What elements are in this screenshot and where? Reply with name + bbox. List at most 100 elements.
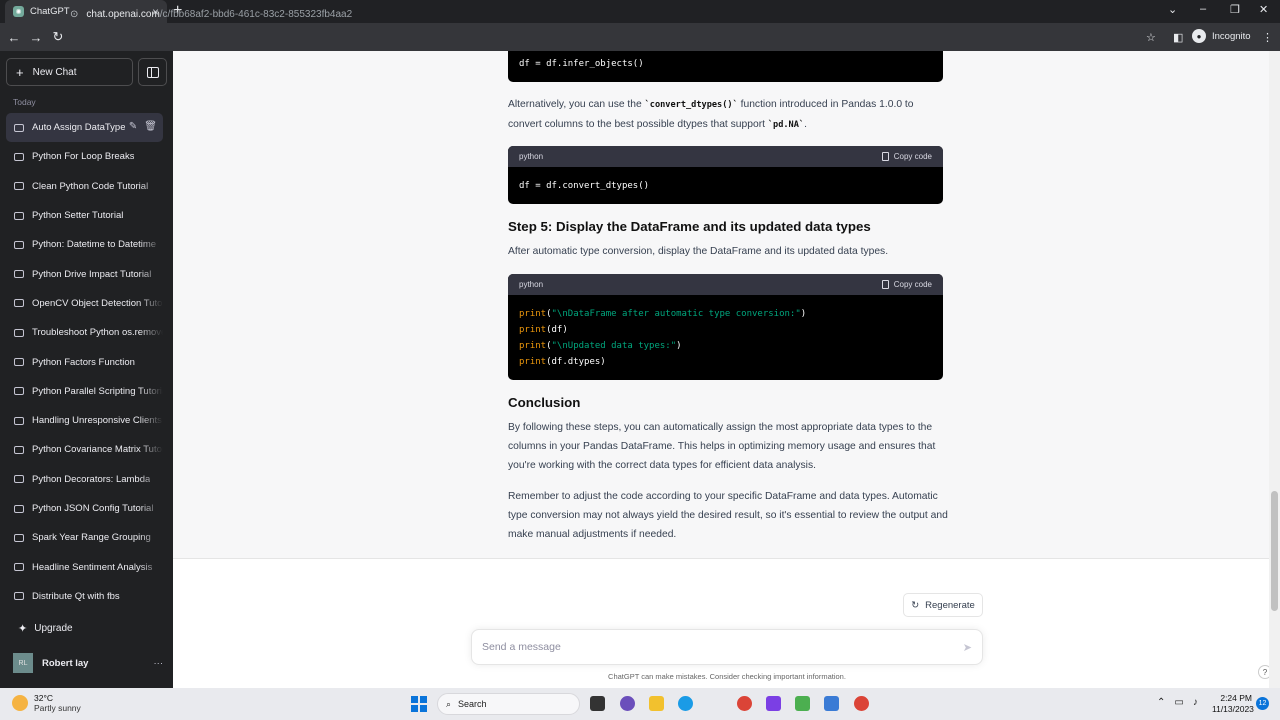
- chat-item[interactable]: Troubleshoot Python os.remove: [6, 318, 163, 348]
- address-bar[interactable]: ⊙ chat.openai.com/c/fbb68af2-bbd6-461c-8…: [70, 3, 1164, 25]
- chat-item[interactable]: Python Decorators: Lambda: [6, 464, 163, 494]
- chat-bubble-icon: [14, 240, 24, 249]
- chat-item[interactable]: Clean Python Code Tutorial: [6, 171, 163, 201]
- code-header: python Copy code: [508, 146, 943, 167]
- inline-code: `convert_dtypes()`: [644, 100, 738, 110]
- app-icon[interactable]: [824, 696, 839, 711]
- label-fade: [139, 230, 163, 260]
- incognito-icon: ●: [1192, 29, 1206, 43]
- sidebar-toggle-button[interactable]: [138, 58, 167, 86]
- label-fade: [139, 288, 163, 319]
- minimize-icon[interactable]: –: [1200, 3, 1206, 15]
- new-chat-button[interactable]: + New Chat: [6, 58, 133, 86]
- start-button[interactable]: [411, 696, 427, 712]
- chat-item[interactable]: Python For Loop Breaks: [6, 142, 163, 172]
- chat-bubble-icon: [14, 270, 24, 279]
- app-icon[interactable]: [795, 696, 810, 711]
- chat-item-label: Spark Year Range Grouping: [32, 532, 151, 544]
- chrome-icon[interactable]: [854, 696, 869, 711]
- code-line: print(df.dtypes): [519, 354, 932, 370]
- regenerate-button[interactable]: ↻ Regenerate: [903, 593, 983, 617]
- task-view-icon[interactable]: [590, 696, 605, 711]
- label-fade: [139, 376, 163, 406]
- user-menu[interactable]: RL Robert lay ···: [13, 653, 163, 673]
- code-token: (df): [546, 325, 568, 335]
- scrollbar-thumb[interactable]: [1271, 491, 1278, 611]
- chat-item-label: Python: Datetime to Datetime: [32, 239, 157, 251]
- notification-badge[interactable]: 12: [1256, 697, 1269, 710]
- inline-code: `pd.NA`: [767, 120, 805, 130]
- reload-icon[interactable]: ↻: [47, 29, 69, 45]
- bookmark-star-icon[interactable]: ☆: [1146, 23, 1156, 51]
- label-fade: [139, 581, 163, 612]
- chat-item[interactable]: Python Setter Tutorial: [6, 200, 163, 231]
- incognito-label: Incognito: [1212, 30, 1251, 42]
- code-line: print("\nUpdated data types:"): [519, 341, 682, 351]
- chat-bubble-icon: [14, 328, 24, 337]
- side-panel-icon[interactable]: ◧: [1173, 23, 1183, 51]
- code-token: "\nDataFrame after automatic type conver…: [551, 309, 801, 319]
- upgrade-button[interactable]: ✦ Upgrade: [18, 622, 73, 635]
- chat-item[interactable]: OpenCV Object Detection Tutorial: [6, 288, 163, 319]
- browser-menu-icon[interactable]: ⋮: [1262, 23, 1273, 51]
- chat-item-active[interactable]: Auto Assign DataType ✎ 🗑: [6, 113, 163, 143]
- send-icon[interactable]: ➤: [963, 641, 972, 654]
- chat-item[interactable]: Python Covariance Matrix Tutorial: [6, 435, 163, 465]
- scrollbar[interactable]: [1269, 51, 1280, 688]
- site-info-icon[interactable]: ⊙: [70, 9, 78, 20]
- restore-icon[interactable]: ❐: [1230, 3, 1240, 16]
- trash-icon[interactable]: 🗑: [144, 121, 157, 132]
- chat-item[interactable]: Python: Datetime to Datetime: [6, 230, 163, 260]
- copy-code-button[interactable]: Copy code: [881, 152, 932, 161]
- chrome-icon[interactable]: [737, 696, 752, 711]
- file-explorer-icon[interactable]: [649, 696, 664, 711]
- system-tray: ⌃ ▭ ♪: [1157, 697, 1198, 708]
- chat-item[interactable]: Handling Unresponsive Clients: [6, 405, 163, 436]
- chatgpt-favicon-icon: ✺: [13, 6, 24, 17]
- copy-code-label: Copy code: [893, 280, 932, 289]
- code-token: print: [519, 341, 547, 351]
- clock[interactable]: 2:24 PM 11/13/2023: [1212, 693, 1254, 715]
- conclusion-paragraph-2: Remember to adjust the code according to…: [508, 491, 948, 540]
- code-language: python: [519, 280, 544, 289]
- back-icon[interactable]: ←: [3, 30, 25, 45]
- disclaimer-text: ChatGPT can make mistakes. Consider chec…: [608, 672, 846, 681]
- chevron-up-icon[interactable]: ⌃: [1157, 697, 1165, 708]
- chat-item[interactable]: Python Factors Function: [6, 347, 163, 377]
- chat-app-icon[interactable]: [620, 696, 635, 711]
- label-fade: [139, 318, 163, 348]
- code-token: "\nUpdated data types:": [551, 341, 677, 351]
- edit-icon[interactable]: ✎: [129, 121, 137, 132]
- conclusion-paragraph-1: By following these steps, you can automa…: [508, 422, 936, 471]
- network-icon[interactable]: ▭: [1174, 697, 1183, 708]
- chat-bubble-icon: [14, 299, 24, 308]
- edge-icon[interactable]: [678, 696, 693, 711]
- url-host: chat.openai.com: [86, 8, 160, 20]
- incognito-badge[interactable]: ● Incognito: [1192, 29, 1251, 43]
- chat-item[interactable]: Spark Year Range Grouping: [6, 523, 163, 553]
- message-input[interactable]: [482, 641, 963, 653]
- chat-item[interactable]: Python JSON Config Tutorial: [6, 493, 163, 524]
- more-options-icon[interactable]: ···: [154, 658, 164, 669]
- taskbar-search[interactable]: ⌕ Search: [437, 693, 580, 715]
- weather-widget[interactable]: 32°C Partly sunny: [12, 693, 81, 713]
- chat-item[interactable]: Python Drive Impact Tutorial: [6, 259, 163, 289]
- forward-icon[interactable]: →: [25, 30, 47, 45]
- search-label: Search: [458, 699, 487, 709]
- chat-item[interactable]: Distribute Qt with fbs: [6, 581, 163, 612]
- date: 11/13/2023: [1212, 704, 1254, 714]
- tab-search-icon[interactable]: ⌄: [1168, 3, 1177, 16]
- chat-bubble-icon: [14, 416, 24, 425]
- chat-item-label: Python Drive Impact Tutorial: [32, 268, 152, 280]
- window-close-icon[interactable]: ✕: [1259, 3, 1268, 16]
- chat-item[interactable]: Python Parallel Scripting Tutorial: [6, 376, 163, 406]
- paragraph-convert-dtypes: Alternatively, you can use the `convert_…: [508, 95, 948, 135]
- chat-actions: ✎ 🗑: [129, 121, 157, 132]
- copy-code-button[interactable]: Copy code: [881, 280, 932, 289]
- speaker-icon[interactable]: ♪: [1193, 697, 1198, 708]
- app-icon[interactable]: [766, 696, 781, 711]
- chat-item-label: Python For Loop Breaks: [32, 151, 135, 163]
- chat-item[interactable]: Headline Sentiment Analysis: [6, 552, 163, 582]
- chat-bubble-icon: [14, 358, 24, 367]
- chat-bubble-icon: [14, 211, 24, 220]
